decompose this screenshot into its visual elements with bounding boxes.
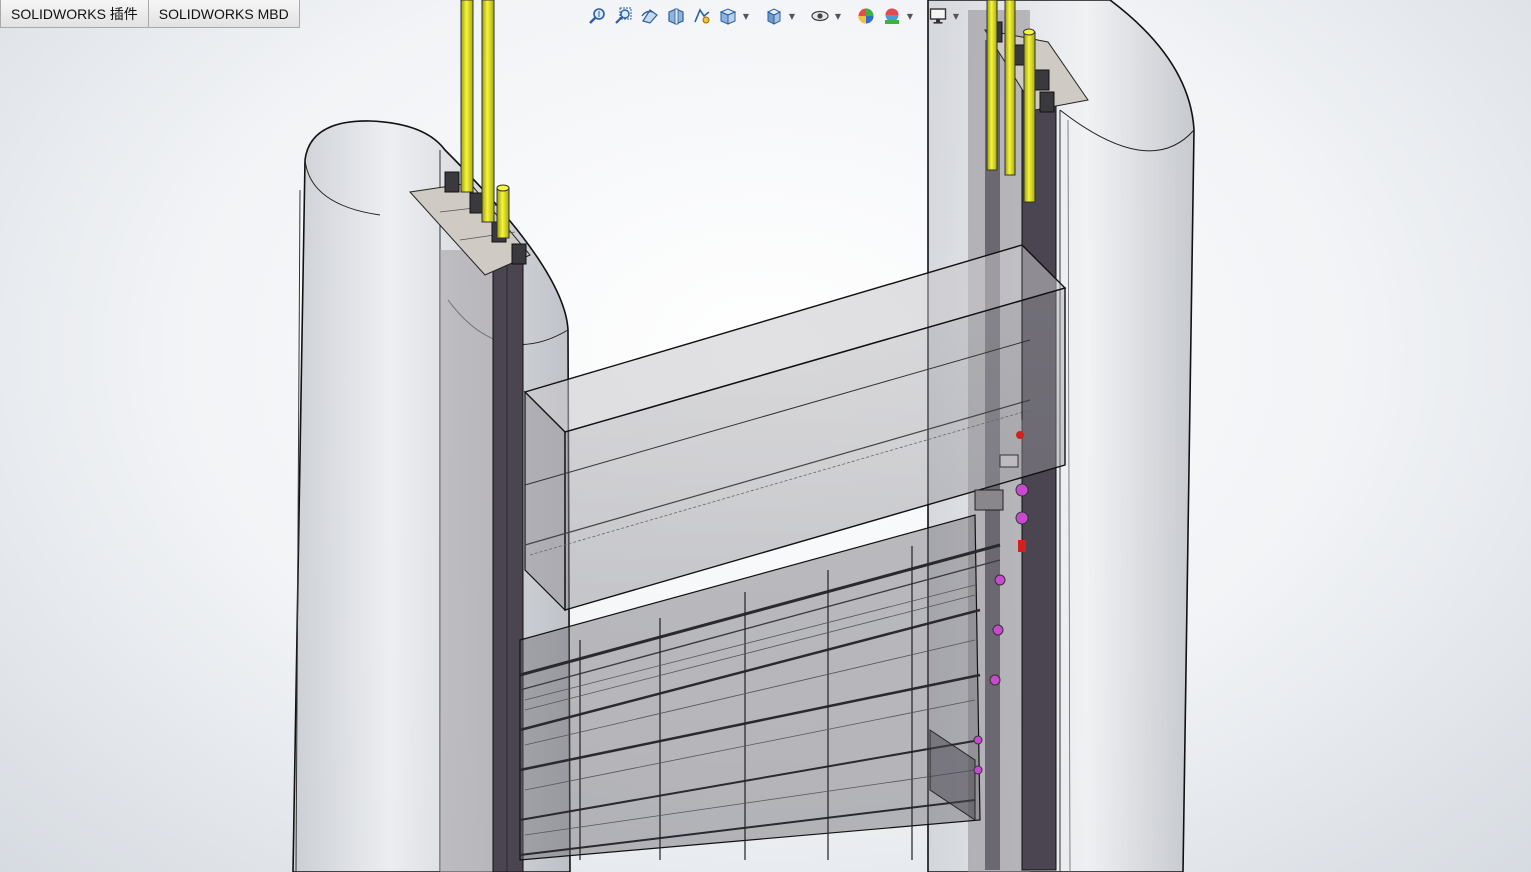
apply-scene-button[interactable] <box>880 5 904 27</box>
apply-scene-dropdown[interactable]: ▼ <box>906 5 914 27</box>
tab-solidworks-mbd[interactable]: SOLIDWORKS MBD <box>148 0 300 28</box>
display-style-dropdown[interactable]: ▼ <box>788 5 796 27</box>
hide-show-items-dropdown[interactable]: ▼ <box>834 5 842 27</box>
view-settings-icon <box>929 8 947 24</box>
display-style-icon <box>766 8 782 25</box>
section-view-icon <box>668 8 684 25</box>
graphics-viewport[interactable] <box>0 0 1531 872</box>
zoom-to-area-icon <box>615 7 632 24</box>
hide-show-items-button[interactable] <box>808 5 832 27</box>
zoom-to-area-button[interactable] <box>612 5 636 27</box>
view-settings-button[interactable] <box>926 5 950 27</box>
tab-solidworks-addins[interactable]: SOLIDWORKS 插件 <box>0 0 149 28</box>
view-orientation-dropdown[interactable]: ▼ <box>742 5 750 27</box>
heads-up-view-toolbar: ▼ ▼ ▼ ▼ ▼ <box>586 4 960 28</box>
hide-show-items-icon <box>811 10 829 22</box>
view-orientation-icon <box>719 8 737 25</box>
previous-view-button[interactable] <box>638 5 662 27</box>
edit-appearance-icon <box>858 8 874 24</box>
apply-scene-icon <box>885 8 899 24</box>
view-settings-dropdown[interactable]: ▼ <box>952 5 960 27</box>
zoom-to-fit-button[interactable] <box>586 5 610 27</box>
section-view-button[interactable] <box>664 5 688 27</box>
display-style-button[interactable] <box>762 5 786 27</box>
command-manager-tabs: SOLIDWORKS 插件 SOLIDWORKS MBD <box>0 0 300 28</box>
zoom-to-fit-icon <box>589 8 605 24</box>
view-orientation-button[interactable] <box>716 5 740 27</box>
dynamic-annotation-button[interactable] <box>690 5 714 27</box>
edit-appearance-button[interactable] <box>854 5 878 27</box>
previous-view-icon <box>641 9 658 24</box>
dynamic-annotation-icon <box>694 8 710 24</box>
